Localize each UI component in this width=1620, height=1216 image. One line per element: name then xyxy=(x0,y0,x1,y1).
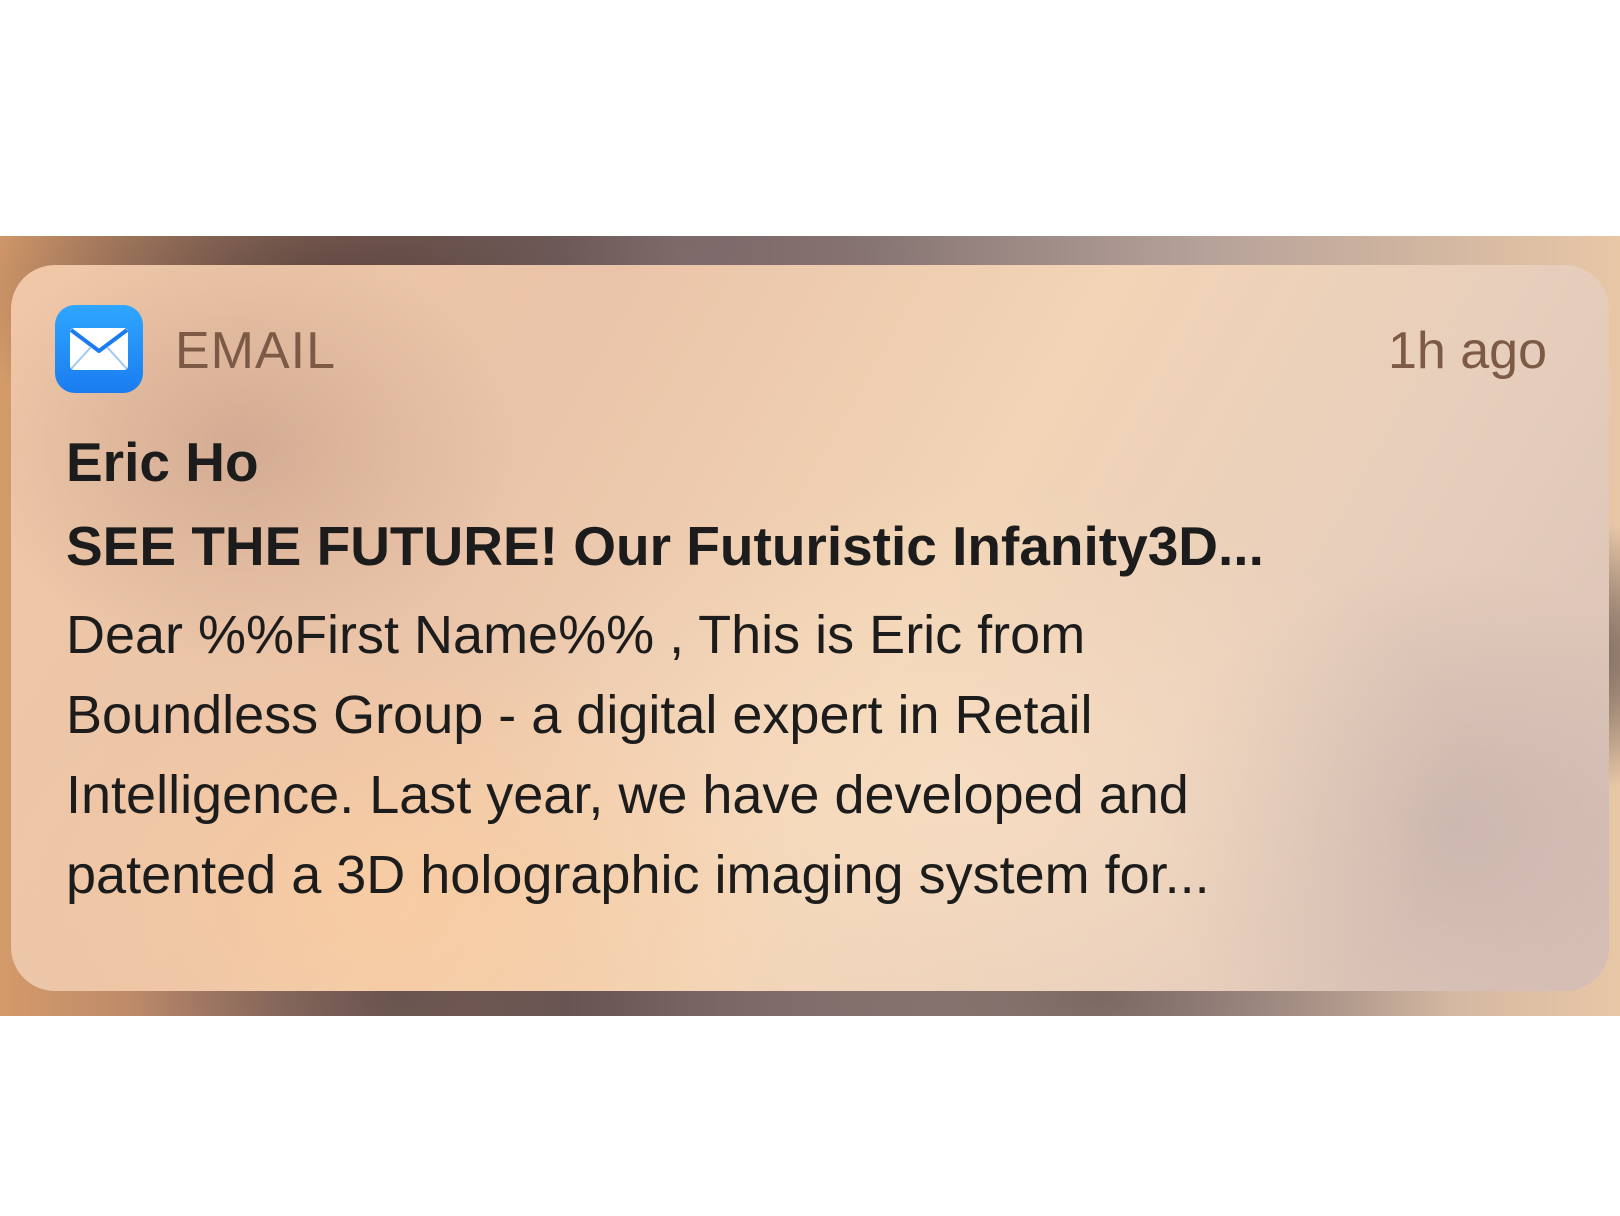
email-subject: SEE THE FUTURE! Our Futuristic Infanity3… xyxy=(66,515,1264,577)
preview-line: Boundless Group - a digital expert in Re… xyxy=(66,685,1093,745)
page: EMAIL 1h ago Eric Ho SEE THE FUTURE! Our… xyxy=(0,0,1620,1216)
email-preview-body: Dear %%First Name%% , This is Eric from … xyxy=(66,595,1566,915)
mail-envelope-icon xyxy=(55,305,143,393)
app-name-label: EMAIL xyxy=(175,322,337,380)
sender-name: Eric Ho xyxy=(66,431,259,493)
preview-line: Dear %%First Name%% , This is Eric from xyxy=(66,605,1086,665)
preview-line: patented a 3D holographic imaging system… xyxy=(66,845,1210,905)
preview-line: Intelligence. Last year, we have develop… xyxy=(66,765,1189,825)
email-notification-card[interactable]: EMAIL 1h ago Eric Ho SEE THE FUTURE! Our… xyxy=(11,265,1609,991)
notification-header: EMAIL 1h ago xyxy=(55,305,1547,395)
notification-timestamp: 1h ago xyxy=(1387,322,1547,380)
